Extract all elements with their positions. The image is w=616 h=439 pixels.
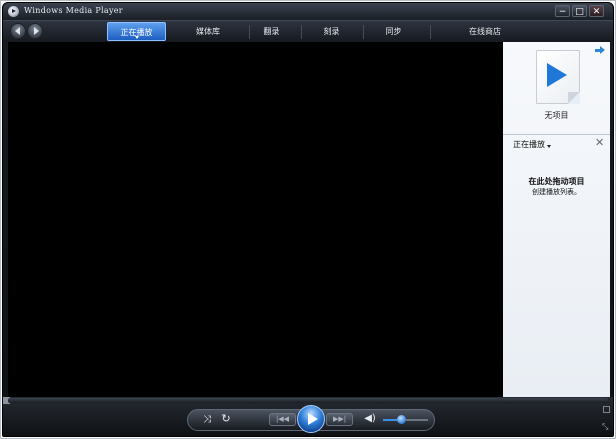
- play-icon: [308, 413, 318, 425]
- media-player-window: Windows Media Player − □ ✕ 正在播放 媒体库 翻录 刻…: [2, 2, 614, 437]
- forward-arrow-icon: [34, 27, 39, 35]
- minimize-button[interactable]: −: [555, 5, 570, 17]
- list-pane: 无项目 正在播放 ✕ 在此处拖动项目 创建播放列表。: [503, 42, 610, 397]
- back-arrow-icon: [15, 27, 20, 35]
- forward-button[interactable]: [27, 23, 43, 39]
- tab-online-store[interactable]: 在线商店: [431, 22, 539, 41]
- playback-controls-bar: ⤨ ↻ |◀◀ ▶▶| ◀) ⤡: [3, 397, 613, 436]
- drag-items-here-text: 在此处拖动项目: [528, 177, 585, 186]
- back-button[interactable]: [10, 23, 26, 39]
- close-icon[interactable]: ✕: [595, 137, 604, 148]
- close-button[interactable]: ✕: [589, 5, 604, 17]
- no-items-label: 无项目: [544, 111, 569, 120]
- repeat-icon[interactable]: ↻: [220, 413, 232, 425]
- video-display-area[interactable]: [8, 42, 503, 397]
- maximize-button[interactable]: □: [572, 5, 587, 17]
- tab-now-playing[interactable]: 正在播放: [107, 22, 166, 41]
- window-title: Windows Media Player: [24, 6, 123, 15]
- tab-burn[interactable]: 刻录: [309, 22, 354, 41]
- tab-sync[interactable]: 同步: [371, 22, 416, 41]
- media-document-icon: [536, 50, 580, 104]
- resize-grip-icon[interactable]: ⤡: [602, 423, 610, 431]
- switch-to-skin-button[interactable]: [603, 406, 610, 413]
- volume-slider[interactable]: [383, 419, 428, 421]
- shuffle-icon[interactable]: ⤨: [201, 414, 213, 426]
- pane-divider: [503, 134, 610, 135]
- tab-library[interactable]: 媒体库: [167, 22, 249, 41]
- now-playing-dropdown[interactable]: 正在播放: [513, 139, 545, 150]
- arrow-right-icon[interactable]: [595, 46, 605, 55]
- play-icon: [547, 63, 567, 87]
- chevron-down-icon[interactable]: [547, 145, 551, 148]
- media-player-icon[interactable]: [8, 6, 19, 17]
- seek-bar[interactable]: [8, 398, 608, 403]
- tab-rip[interactable]: 翻录: [249, 22, 294, 41]
- play-button[interactable]: [297, 405, 325, 433]
- nav-bar: 正在播放 媒体库 翻录 刻录 同步 在线商店: [3, 20, 613, 43]
- create-playlist-text: 创建播放列表。: [532, 188, 581, 196]
- previous-icon[interactable]: |◀◀: [269, 413, 296, 426]
- tab-separator: [363, 25, 364, 39]
- speaker-icon[interactable]: ◀): [364, 413, 376, 425]
- title-bar[interactable]: Windows Media Player − □ ✕: [3, 3, 613, 20]
- tab-separator: [301, 25, 302, 39]
- next-icon[interactable]: ▶▶|: [326, 413, 353, 426]
- volume-thumb[interactable]: [396, 415, 406, 424]
- screenshot-frame: Windows Media Player − □ ✕ 正在播放 媒体库 翻录 刻…: [0, 0, 616, 439]
